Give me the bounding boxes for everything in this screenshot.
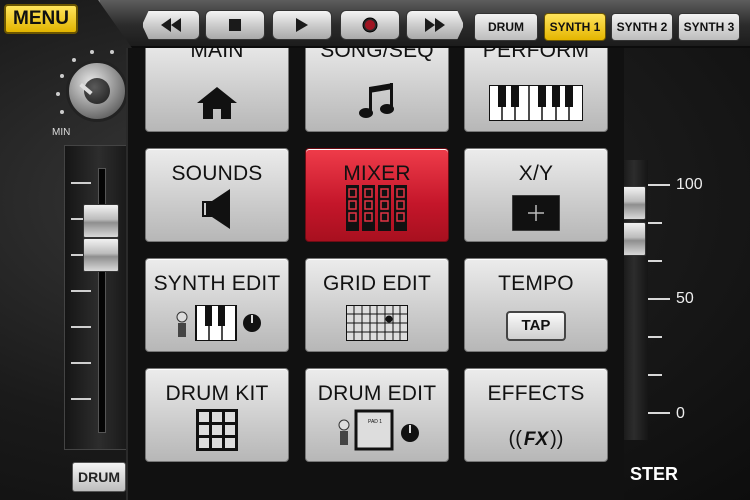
- knob-tick-dot: [72, 58, 76, 62]
- menu-button[interactable]: MENU: [4, 4, 78, 34]
- fader-handle[interactable]: [83, 238, 119, 272]
- scale-line: [648, 336, 662, 338]
- home-icon: [146, 85, 288, 121]
- tab-synth-2[interactable]: SYNTH 2: [611, 13, 673, 41]
- menu-item-label: SONG/SEQ: [320, 48, 434, 62]
- tab-synth-1[interactable]: SYNTH 1: [544, 13, 606, 41]
- menu-item-label: EFFECTS: [487, 382, 585, 405]
- menu-item-label: DRUM EDIT: [317, 382, 437, 405]
- menu-drum-kit-button[interactable]: DRUM KIT: [145, 368, 289, 462]
- knob-tick-dot: [110, 50, 114, 54]
- scale-label-0: 0: [676, 405, 685, 422]
- scale-line: [648, 260, 662, 262]
- knob-tick-dot: [56, 92, 60, 96]
- master-fader-panel: [620, 160, 648, 440]
- main-menu-overlay: MAIN SONG/SEQ PERFORM SOUNDS MIXER X/Y S…: [126, 48, 624, 500]
- menu-sounds-button[interactable]: SOUNDS: [145, 148, 289, 242]
- menu-synth-edit-button[interactable]: SYNTH EDIT: [145, 258, 289, 352]
- master-label: STER: [630, 464, 679, 484]
- piano-keys-icon: [465, 85, 607, 121]
- menu-effects-button[interactable]: EFFECTS (( FX )): [464, 368, 608, 462]
- menu-item-label: MIXER: [343, 162, 411, 185]
- menu-drum-edit-button[interactable]: DRUM EDIT PAD 1: [305, 368, 449, 462]
- scale-line: [648, 374, 662, 376]
- knob-tick-dot: [60, 110, 64, 114]
- fast-forward-button[interactable]: [406, 10, 464, 40]
- music-note-icon: [306, 81, 448, 121]
- tap-button-icon: TAP: [465, 311, 607, 341]
- rewind-button[interactable]: [142, 10, 200, 40]
- menu-item-label: X/Y: [518, 162, 554, 185]
- fader-tick: [71, 398, 91, 400]
- tab-synth-3[interactable]: SYNTH 3: [678, 13, 740, 41]
- menu-perform-button[interactable]: PERFORM: [464, 48, 608, 132]
- play-icon: [296, 18, 308, 32]
- pad-label: PAD 1: [368, 419, 383, 425]
- fast-forward-icon: [425, 18, 445, 32]
- scale-line: [648, 412, 670, 414]
- tap-tempo-button[interactable]: TAP: [506, 311, 566, 341]
- menu-item-label: DRUM KIT: [165, 382, 269, 405]
- drum-edit-icon: [306, 405, 448, 451]
- knob-tick-dot: [90, 50, 94, 54]
- knob-min-label: MIN: [52, 127, 71, 138]
- drum-pads-icon: [146, 409, 288, 451]
- scale-label-100: 100: [676, 176, 703, 193]
- scale-line: [648, 184, 670, 186]
- fader-handle[interactable]: [83, 204, 119, 238]
- drum-channel-button[interactable]: DRUM: [72, 462, 126, 492]
- menu-item-label: SYNTH EDIT: [153, 272, 281, 295]
- menu-main-button[interactable]: MAIN: [145, 48, 289, 132]
- fx-wave-left: ((: [508, 428, 522, 450]
- tab-drum[interactable]: DRUM: [474, 13, 538, 41]
- menu-item-label: GRID EDIT: [323, 272, 431, 295]
- speaker-icon: [146, 187, 288, 231]
- menu-tempo-button[interactable]: TEMPO TAP: [464, 258, 608, 352]
- synth-edit-icon: [146, 305, 288, 341]
- fader-tick: [71, 290, 91, 292]
- xy-pad-icon: [465, 195, 607, 231]
- fader-tick: [71, 326, 91, 328]
- menu-mixer-button[interactable]: MIXER: [305, 148, 449, 242]
- fx-label: FX: [523, 428, 549, 450]
- grid-edit-icon: [306, 305, 448, 341]
- menu-xy-button[interactable]: X/Y: [464, 148, 608, 242]
- play-button[interactable]: [272, 10, 332, 40]
- scale-line: [648, 298, 670, 300]
- scale-line: [648, 222, 662, 224]
- record-icon: [362, 17, 378, 33]
- fx-icon: (( FX )): [465, 428, 607, 451]
- menu-grid-edit-button[interactable]: GRID EDIT: [305, 258, 449, 352]
- scale-label-50: 50: [676, 290, 694, 307]
- fader-tick: [71, 362, 91, 364]
- transport-bar: DRUM SYNTH 1 SYNTH 2 SYNTH 3: [98, 0, 750, 48]
- fader-tick: [71, 182, 91, 184]
- knob-tick-dot: [60, 74, 64, 78]
- rewind-icon: [161, 18, 181, 32]
- menu-item-label: TEMPO: [498, 272, 574, 295]
- stop-button[interactable]: [205, 10, 265, 40]
- menu-item-label: PERFORM: [482, 48, 590, 62]
- menu-item-label: MAIN: [190, 48, 244, 62]
- volume-knob[interactable]: [66, 60, 128, 122]
- mixer-faders-icon: [306, 185, 448, 231]
- stop-icon: [229, 19, 241, 31]
- record-button[interactable]: [340, 10, 400, 40]
- menu-song-seq-button[interactable]: SONG/SEQ: [305, 48, 449, 132]
- fx-wave-right: )): [550, 428, 564, 450]
- menu-item-label: SOUNDS: [171, 162, 263, 185]
- channel-fader-panel: [64, 145, 134, 450]
